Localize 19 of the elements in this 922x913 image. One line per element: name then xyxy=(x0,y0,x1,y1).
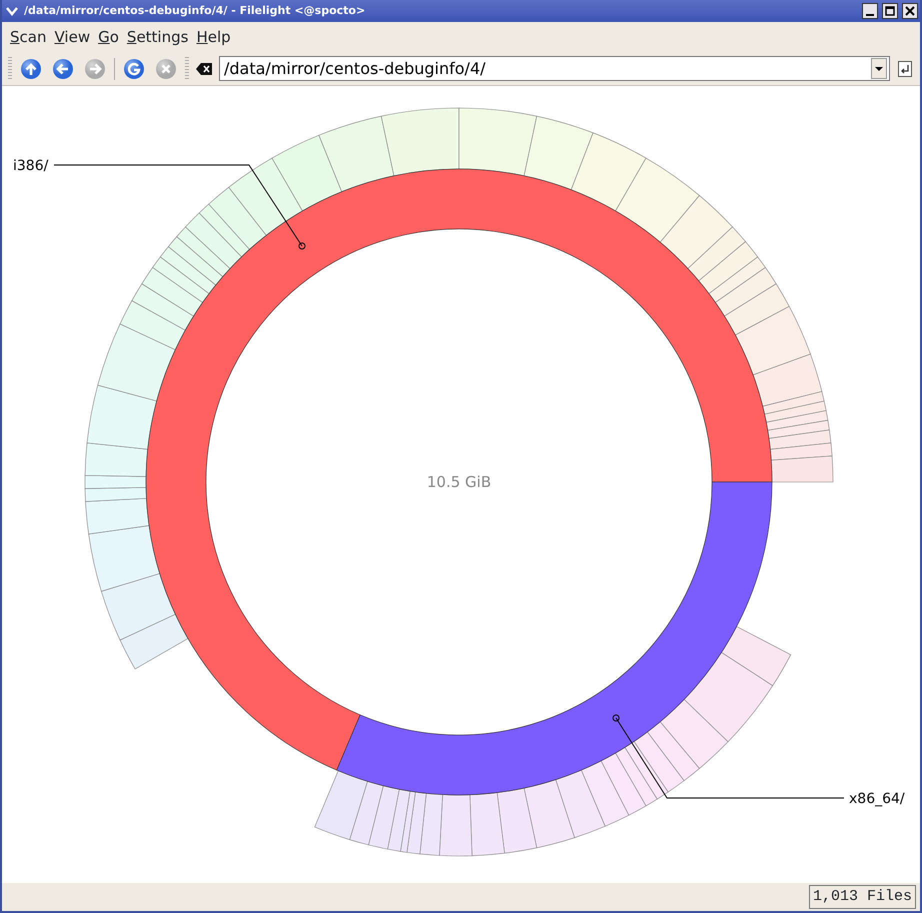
window-title: /data/mirror/centos-debuginfo/4/ - Filelight <@spocto> xyxy=(24,2,366,19)
menu-item[interactable]: Help xyxy=(192,26,235,48)
minimize-icon xyxy=(866,14,874,16)
maximize-button[interactable] xyxy=(882,3,898,19)
menu-item[interactable]: Settings xyxy=(122,26,192,48)
minimize-button[interactable] xyxy=(862,3,878,19)
close-button[interactable] xyxy=(902,3,918,19)
total-size-label: 10.5 GiB xyxy=(426,473,492,491)
menu-item[interactable]: Scan xyxy=(6,26,50,48)
clear-location-icon[interactable] xyxy=(195,62,213,76)
go-icon[interactable] xyxy=(896,60,914,78)
directory-segment[interactable] xyxy=(146,169,772,770)
directory-label: x86_64/ xyxy=(849,791,905,807)
maximize-icon xyxy=(885,6,895,16)
menu-item[interactable]: View xyxy=(50,26,94,48)
close-icon xyxy=(905,6,915,16)
directory-label: i386/ xyxy=(13,158,48,174)
file-count: 1,013 Files xyxy=(808,884,916,910)
menu-item[interactable]: Go xyxy=(94,26,123,48)
